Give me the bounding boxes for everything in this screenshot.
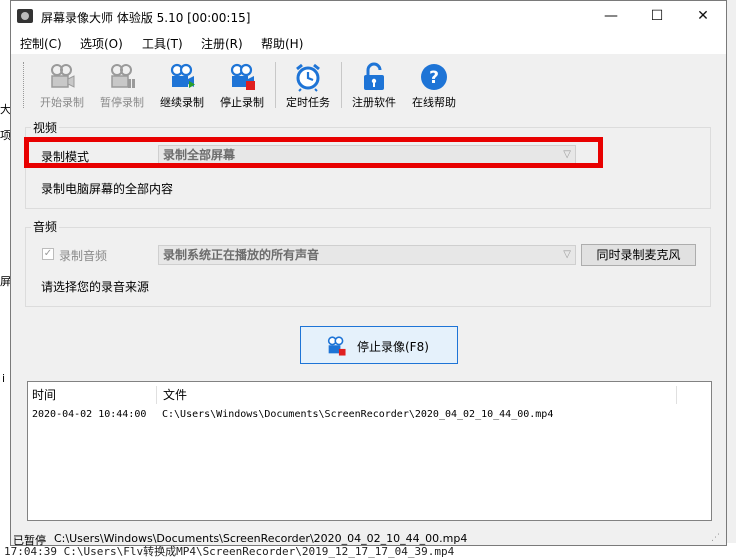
- video-group-title: 视频: [31, 119, 60, 136]
- status-state: 已暂停: [13, 534, 46, 547]
- stop-record-label: 停止录制: [220, 96, 264, 109]
- stop-recording-label: 停止录像(F8): [357, 340, 429, 354]
- audio-source-select[interactable]: 录制系统正在播放的所有声音 ▽: [158, 245, 576, 265]
- camera-icon: [51, 64, 75, 88]
- register-software-label: 注册软件: [352, 96, 396, 109]
- row-file: C:\Users\Windows\Documents\ScreenRecorde…: [162, 409, 554, 420]
- menu-options[interactable]: 选项(O): [80, 35, 123, 52]
- camera-pause-icon: [111, 64, 135, 88]
- toolbar-separator: [275, 62, 276, 108]
- record-microphone-button[interactable]: 同时录制麦克风: [581, 244, 696, 266]
- status-bar: 已暂停 C:\Users\Windows\Documents\ScreenRec…: [11, 529, 726, 547]
- status-path: C:\Users\Windows\Documents\ScreenRecorde…: [54, 532, 468, 545]
- menu-help[interactable]: 帮助(H): [261, 35, 303, 52]
- resume-record-label: 继续录制: [160, 96, 204, 109]
- recording-log-list[interactable]: 时间 文件 2020-04-02 10:44:00 C:\Users\Windo…: [27, 381, 712, 521]
- title-bar[interactable]: 屏幕录像大师 体验版 5.10 [00:00:15] — ☐ ✕: [11, 1, 726, 32]
- audio-source-value: 录制系统正在播放的所有声音: [163, 248, 320, 262]
- chevron-down-icon: ▽: [563, 249, 571, 260]
- record-audio-label: 录制音频: [59, 249, 108, 263]
- table-header-row: [28, 382, 711, 408]
- help-icon: ?: [421, 64, 447, 90]
- record-audio-checkbox[interactable]: ✓: [42, 248, 54, 260]
- scheduled-task-label: 定时任务: [286, 96, 330, 109]
- pause-record-button[interactable]: 暂停录制: [93, 58, 151, 112]
- stop-recording-button[interactable]: 停止录像(F8): [300, 326, 458, 364]
- lock-icon: [364, 62, 384, 90]
- menu-tools[interactable]: 工具(T): [142, 35, 183, 52]
- svg-text:?: ?: [429, 68, 439, 88]
- toolbar-grip: [23, 62, 27, 108]
- menu-register[interactable]: 注册(R): [201, 35, 243, 52]
- menu-bar: 控制(C) 选项(O) 工具(T) 注册(R) 帮助(H): [11, 32, 726, 54]
- start-record-button[interactable]: 开始录制: [33, 58, 91, 112]
- audio-group: [25, 227, 711, 307]
- scheduled-task-button[interactable]: 定时任务: [279, 58, 337, 112]
- video-description: 录制电脑屏幕的全部内容: [41, 182, 174, 196]
- table-row[interactable]: 2020-04-02 10:44:00 C:\Users\Windows\Doc…: [28, 407, 711, 425]
- online-help-label: 在线帮助: [412, 96, 456, 109]
- app-window: 屏幕录像大师 体验版 5.10 [00:00:15] — ☐ ✕ 控制(C) 选…: [10, 0, 727, 547]
- app-camera-icon: [17, 9, 33, 23]
- toolbar-separator: [341, 62, 342, 108]
- camera-stop-icon: [230, 63, 255, 90]
- start-record-label: 开始录制: [40, 96, 84, 109]
- highlight-box: [24, 137, 603, 168]
- alarm-clock-icon: [296, 63, 320, 92]
- pause-record-label: 暂停录制: [100, 96, 144, 109]
- camera-resume-icon: [170, 63, 195, 88]
- minimize-button[interactable]: —: [588, 1, 634, 32]
- background-char: i: [2, 372, 6, 385]
- close-button[interactable]: ✕: [680, 1, 726, 32]
- audio-group-title: 音频: [31, 218, 60, 235]
- toolbar: 开始录制 暂停录制 继续录制 停止录制 定时任务 注册软件 ? 在线帮助: [11, 54, 726, 116]
- camera-stop-icon: [327, 336, 346, 356]
- menu-control[interactable]: 控制(C): [20, 35, 62, 52]
- row-time: 2020-04-02 10:44:00: [32, 409, 147, 420]
- stop-record-button[interactable]: 停止录制: [213, 58, 271, 112]
- audio-description: 请选择您的录音来源: [41, 280, 150, 294]
- resume-record-button[interactable]: 继续录制: [153, 58, 211, 112]
- resize-grip-icon[interactable]: ⋰: [711, 533, 720, 543]
- register-software-button[interactable]: 注册软件: [345, 58, 403, 112]
- online-help-button[interactable]: ? 在线帮助: [405, 58, 463, 112]
- maximize-button[interactable]: ☐: [634, 1, 680, 32]
- window-title: 屏幕录像大师 体验版 5.10 [00:00:15]: [41, 11, 251, 25]
